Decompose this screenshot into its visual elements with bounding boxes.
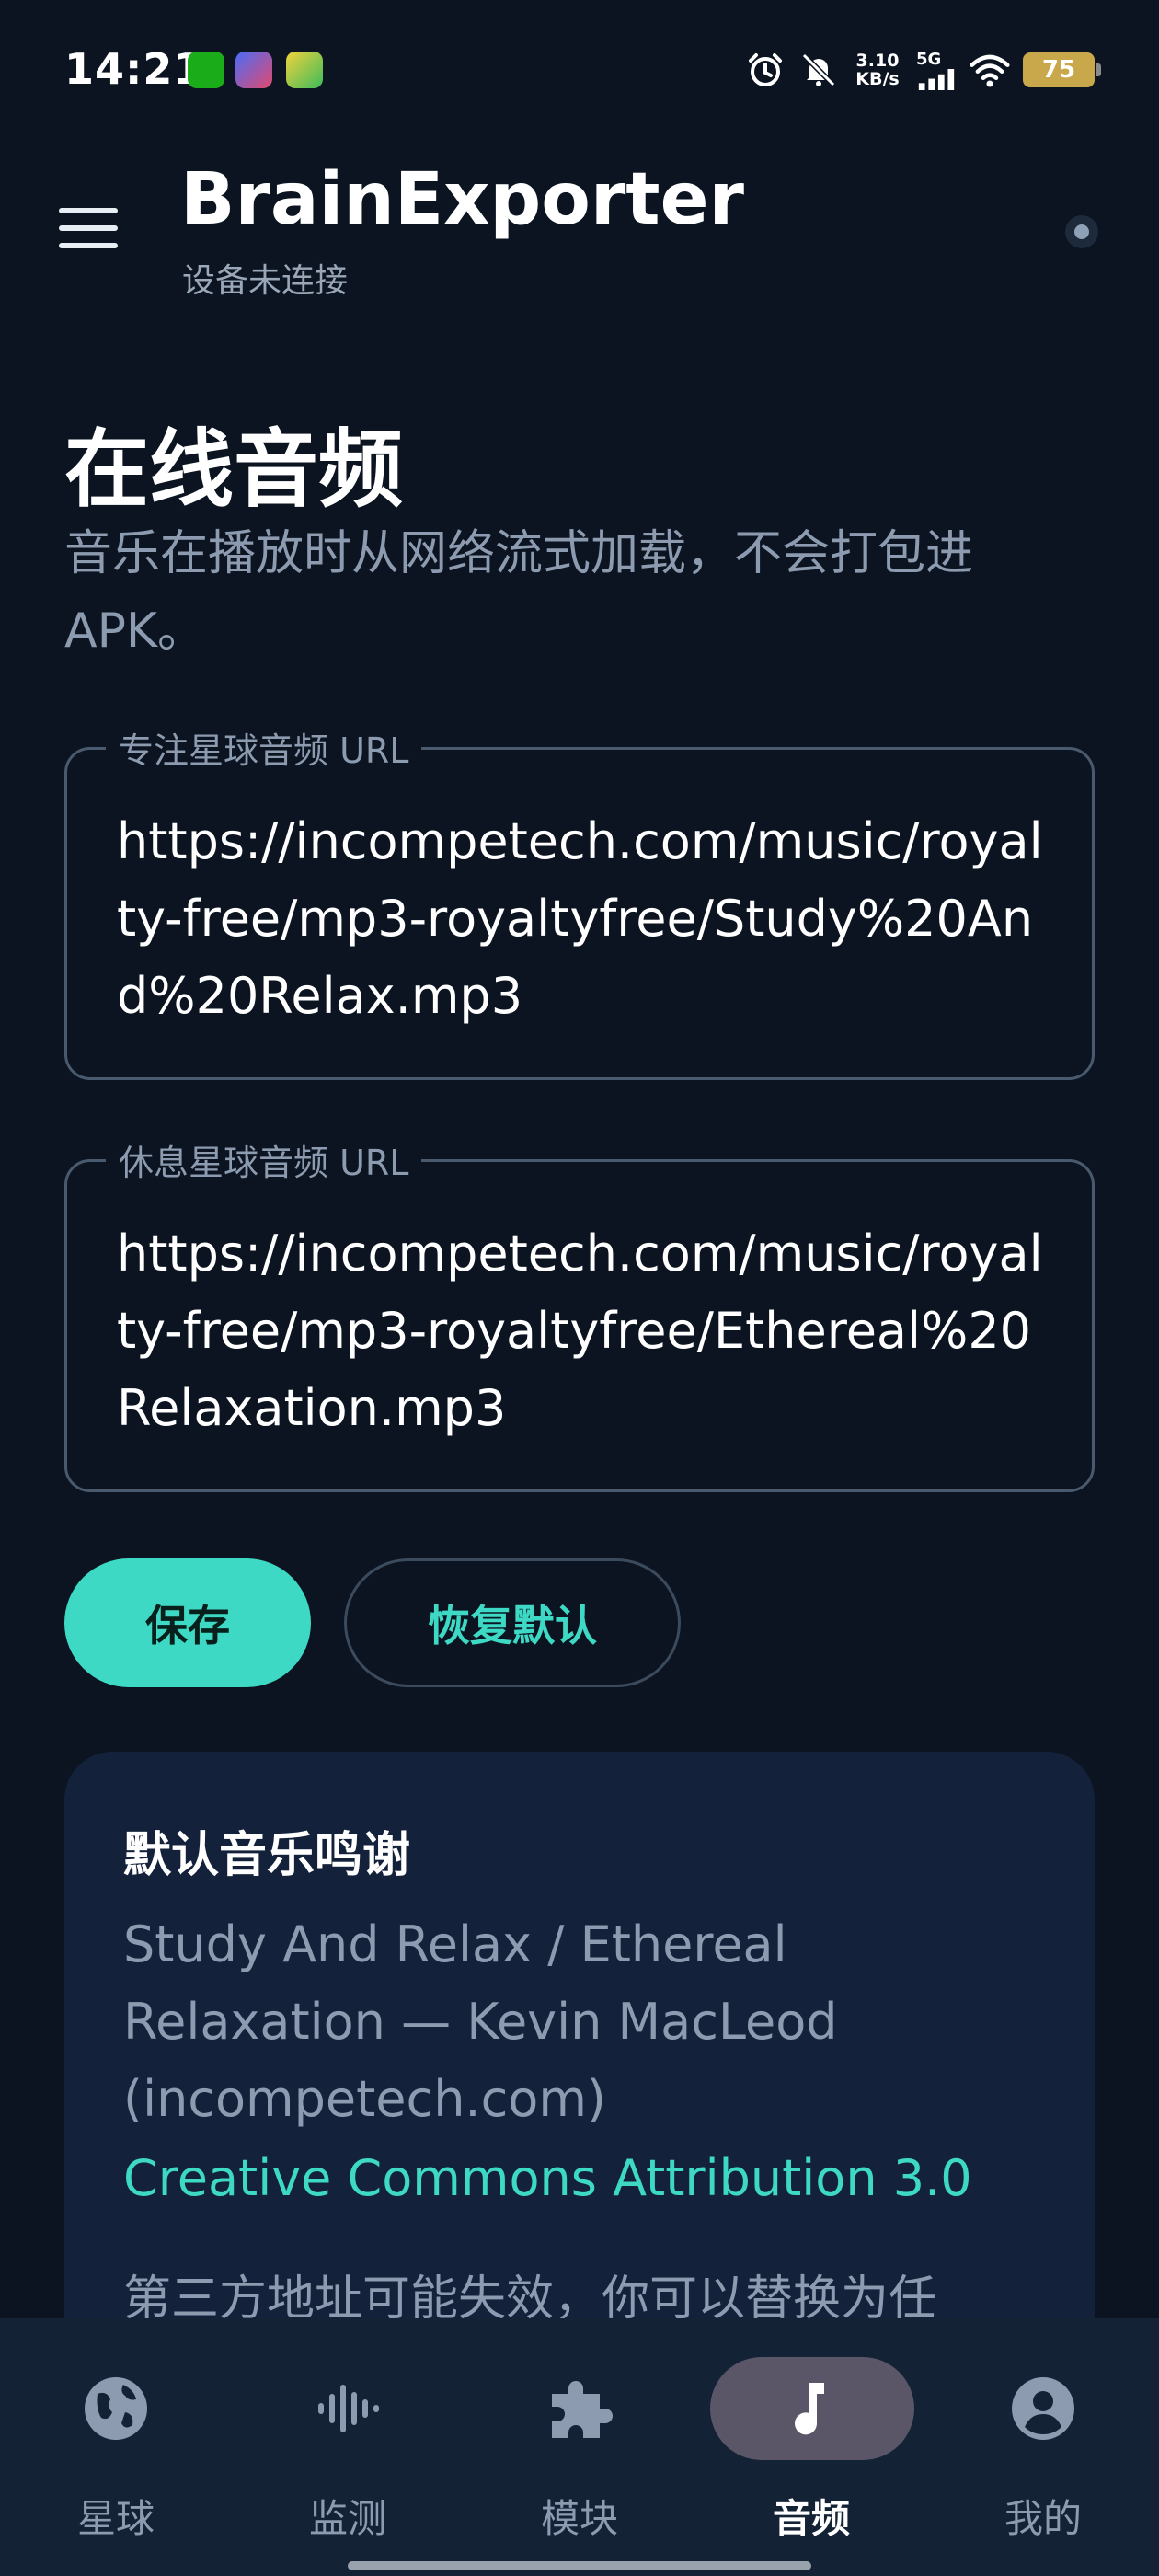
nav-item-modules[interactable]: 模块 — [464, 2318, 695, 2541]
connection-indicator — [1065, 215, 1098, 248]
status-indicators: 3.10 KB/s 5G 75 — [745, 44, 1101, 96]
focus-audio-url-label: 专注星球音频 URL — [106, 722, 422, 773]
nav-item-planet[interactable]: 星球 — [0, 2318, 232, 2541]
signal-icon: 5G — [916, 50, 957, 90]
save-button[interactable]: 保存 — [64, 1558, 311, 1687]
app-title: BrainExporter — [180, 158, 744, 241]
nav-item-audio[interactable]: 音频 — [695, 2318, 927, 2541]
network-speed: 3.10 KB/s — [852, 52, 903, 88]
rest-audio-url-label: 休息星球音频 URL — [106, 1134, 422, 1185]
nav-item-profile[interactable]: 我的 — [927, 2318, 1159, 2541]
rest-audio-url-field[interactable]: 休息星球音频 URL https://incompetech.com/music… — [64, 1134, 1095, 1492]
mute-icon — [798, 50, 839, 90]
network-speed-unit: KB/s — [855, 69, 900, 89]
credits-text: Study And Relax / Ethereal Relaxation — … — [123, 1915, 838, 2128]
focus-audio-url-field[interactable]: 专注星球音频 URL https://incompetech.com/music… — [64, 722, 1095, 1080]
credits-title: 默认音乐鸣谢 — [123, 1828, 411, 1883]
status-bar: 14:21 3.10 KB/s 5G 75 — [0, 0, 1159, 138]
menu-icon[interactable] — [59, 208, 120, 250]
alarm-icon — [745, 50, 786, 90]
wifi-icon — [970, 50, 1010, 90]
music-credits-card: 默认音乐鸣谢 Study And Relax / Ethereal Relaxa… — [64, 1752, 1095, 2396]
nav-label: 模块 — [540, 2496, 618, 2541]
focus-audio-url-input[interactable]: https://incompetech.com/music/royalty-fr… — [117, 803, 1055, 1035]
puzzle-icon — [543, 2372, 616, 2445]
status-time: 14:21 — [64, 44, 204, 94]
nav-label: 音频 — [772, 2496, 850, 2541]
wechat-icon — [188, 52, 224, 88]
screen: 14:21 3.10 KB/s 5G 75 BrainExporter 设备未连… — [0, 0, 1159, 2576]
waveform-icon — [311, 2372, 384, 2445]
nav-label: 监测 — [308, 2496, 386, 2541]
game-app-icon-2 — [286, 52, 323, 88]
network-type: 5G — [916, 50, 942, 69]
nav-label: 我的 — [1004, 2496, 1082, 2541]
restore-defaults-button[interactable]: 恢复默认 — [344, 1558, 681, 1687]
license-link[interactable]: Creative Commons Attribution 3.0 — [123, 2149, 972, 2207]
game-app-icon — [235, 52, 272, 88]
globe-icon — [79, 2372, 153, 2445]
bottom-navigation: 星球 监测 模块 音频 我的 — [0, 2318, 1159, 2576]
page-description: 音乐在播放时从网络流式加载，不会打包进 APK。 — [64, 526, 974, 659]
home-indicator[interactable] — [348, 2561, 811, 2570]
nav-item-monitor[interactable]: 监测 — [232, 2318, 464, 2541]
page-title: 在线音频 — [64, 420, 404, 519]
rest-audio-url-input[interactable]: https://incompetech.com/music/royalty-fr… — [117, 1215, 1055, 1447]
battery-icon: 75 — [1023, 52, 1101, 87]
account-icon — [1006, 2372, 1080, 2445]
battery-level: 75 — [1041, 56, 1076, 84]
network-speed-value: 3.10 — [855, 51, 900, 71]
connection-status: 设备未连接 — [182, 262, 349, 300]
nav-label: 星球 — [76, 2496, 155, 2541]
music-note-icon — [775, 2372, 848, 2445]
